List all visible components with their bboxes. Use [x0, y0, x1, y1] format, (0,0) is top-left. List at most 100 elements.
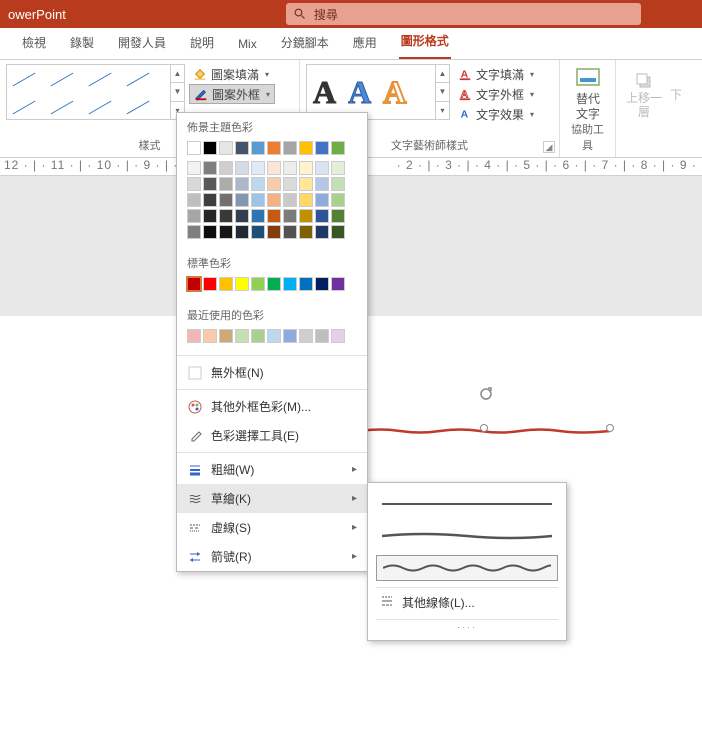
- color-swatch[interactable]: [267, 161, 281, 175]
- color-swatch[interactable]: [331, 209, 345, 223]
- color-swatch[interactable]: [235, 329, 249, 343]
- color-swatch[interactable]: [203, 209, 217, 223]
- color-swatch[interactable]: [315, 193, 329, 207]
- sketchy-item[interactable]: 草繪(K)▸: [177, 484, 367, 513]
- color-swatch[interactable]: [235, 141, 249, 155]
- color-swatch[interactable]: [251, 277, 265, 291]
- shape-style-gallery[interactable]: [6, 64, 171, 120]
- tab-apps[interactable]: 應用: [351, 26, 379, 59]
- color-swatch[interactable]: [203, 225, 217, 239]
- color-swatch[interactable]: [187, 329, 201, 343]
- color-swatch[interactable]: [283, 329, 297, 343]
- color-swatch[interactable]: [219, 177, 233, 191]
- color-swatch[interactable]: [203, 277, 217, 291]
- color-swatch[interactable]: [251, 209, 265, 223]
- tab-view[interactable]: 檢視: [20, 26, 48, 59]
- rotate-handle[interactable]: [478, 386, 494, 402]
- send-backward-button[interactable]: 下: [666, 64, 686, 126]
- color-swatch[interactable]: [219, 225, 233, 239]
- resize-handle-right[interactable]: [606, 424, 614, 432]
- more-colors-item[interactable]: 其他外框色彩(M)...: [177, 392, 367, 421]
- tab-mix[interactable]: Mix: [236, 29, 259, 59]
- color-swatch[interactable]: [331, 141, 345, 155]
- color-swatch[interactable]: [315, 161, 329, 175]
- color-swatch[interactable]: [267, 141, 281, 155]
- tab-storyboard[interactable]: 分鏡腳本: [279, 26, 331, 59]
- color-swatch[interactable]: [315, 141, 329, 155]
- tab-record[interactable]: 錄製: [68, 26, 96, 59]
- color-swatch[interactable]: [299, 161, 313, 175]
- color-swatch[interactable]: [235, 277, 249, 291]
- color-swatch[interactable]: [203, 161, 217, 175]
- color-swatch[interactable]: [267, 177, 281, 191]
- color-swatch[interactable]: [267, 209, 281, 223]
- color-swatch[interactable]: [315, 177, 329, 191]
- color-swatch[interactable]: [315, 225, 329, 239]
- color-swatch[interactable]: [251, 161, 265, 175]
- tab-shape-format[interactable]: 圖形格式: [399, 24, 451, 59]
- color-swatch[interactable]: [283, 161, 297, 175]
- color-swatch[interactable]: [331, 225, 345, 239]
- color-swatch[interactable]: [283, 209, 297, 223]
- sketchy-option-curved[interactable]: [376, 523, 558, 549]
- color-swatch[interactable]: [331, 329, 345, 343]
- bring-forward-button[interactable]: 上移一層: [622, 64, 666, 126]
- color-swatch[interactable]: [187, 225, 201, 239]
- color-swatch[interactable]: [299, 277, 313, 291]
- color-swatch[interactable]: [331, 177, 345, 191]
- color-swatch[interactable]: [283, 177, 297, 191]
- alt-text-button[interactable]: 替代 文字: [566, 64, 610, 121]
- tab-help[interactable]: 說明: [188, 26, 216, 59]
- color-swatch[interactable]: [315, 329, 329, 343]
- color-swatch[interactable]: [251, 329, 265, 343]
- resize-handle-mid[interactable]: [480, 424, 488, 432]
- color-swatch[interactable]: [219, 161, 233, 175]
- color-swatch[interactable]: [299, 177, 313, 191]
- dialog-launcher-icon[interactable]: ◢: [543, 141, 555, 153]
- search-box[interactable]: 搜尋: [286, 3, 641, 25]
- color-swatch[interactable]: [203, 141, 217, 155]
- text-fill-button[interactable]: A 文字填滿▾: [454, 64, 538, 84]
- color-swatch[interactable]: [235, 209, 249, 223]
- color-swatch[interactable]: [251, 193, 265, 207]
- color-swatch[interactable]: [299, 193, 313, 207]
- eyedropper-item[interactable]: 色彩選擇工具(E): [177, 421, 367, 450]
- sketchy-option-straight[interactable]: [376, 491, 558, 517]
- color-swatch[interactable]: [203, 177, 217, 191]
- text-effect-button[interactable]: A 文字效果▾: [454, 104, 538, 124]
- color-swatch[interactable]: [331, 161, 345, 175]
- color-swatch[interactable]: [331, 277, 345, 291]
- color-swatch[interactable]: [219, 193, 233, 207]
- color-swatch[interactable]: [267, 329, 281, 343]
- tab-developer[interactable]: 開發人員: [116, 26, 168, 59]
- more-lines-item[interactable]: 其他線條(L)...: [376, 587, 558, 617]
- color-swatch[interactable]: [299, 209, 313, 223]
- color-swatch[interactable]: [283, 277, 297, 291]
- no-outline-item[interactable]: 無外框(N): [177, 358, 367, 387]
- arrows-item[interactable]: 箭號(R)▸: [177, 542, 367, 571]
- color-swatch[interactable]: [187, 209, 201, 223]
- color-swatch[interactable]: [267, 225, 281, 239]
- color-swatch[interactable]: [187, 277, 201, 291]
- color-swatch[interactable]: [299, 141, 313, 155]
- color-swatch[interactable]: [203, 329, 217, 343]
- color-swatch[interactable]: [315, 209, 329, 223]
- color-swatch[interactable]: [219, 141, 233, 155]
- sketchy-option-wavy[interactable]: [376, 555, 558, 581]
- wordart-scroll[interactable]: ▲▼▾: [436, 64, 450, 120]
- color-swatch[interactable]: [187, 141, 201, 155]
- color-swatch[interactable]: [187, 161, 201, 175]
- color-swatch[interactable]: [251, 141, 265, 155]
- color-swatch[interactable]: [235, 225, 249, 239]
- color-swatch[interactable]: [203, 193, 217, 207]
- text-outline-button[interactable]: A 文字外框▾: [454, 84, 538, 104]
- color-swatch[interactable]: [267, 277, 281, 291]
- dashes-item[interactable]: 虛線(S)▸: [177, 513, 367, 542]
- color-swatch[interactable]: [267, 193, 281, 207]
- submenu-resize-icon[interactable]: ····: [376, 619, 558, 632]
- color-swatch[interactable]: [235, 177, 249, 191]
- color-swatch[interactable]: [235, 193, 249, 207]
- color-swatch[interactable]: [219, 277, 233, 291]
- shape-fill-button[interactable]: 圖案填滿▾: [189, 64, 275, 84]
- color-swatch[interactable]: [283, 141, 297, 155]
